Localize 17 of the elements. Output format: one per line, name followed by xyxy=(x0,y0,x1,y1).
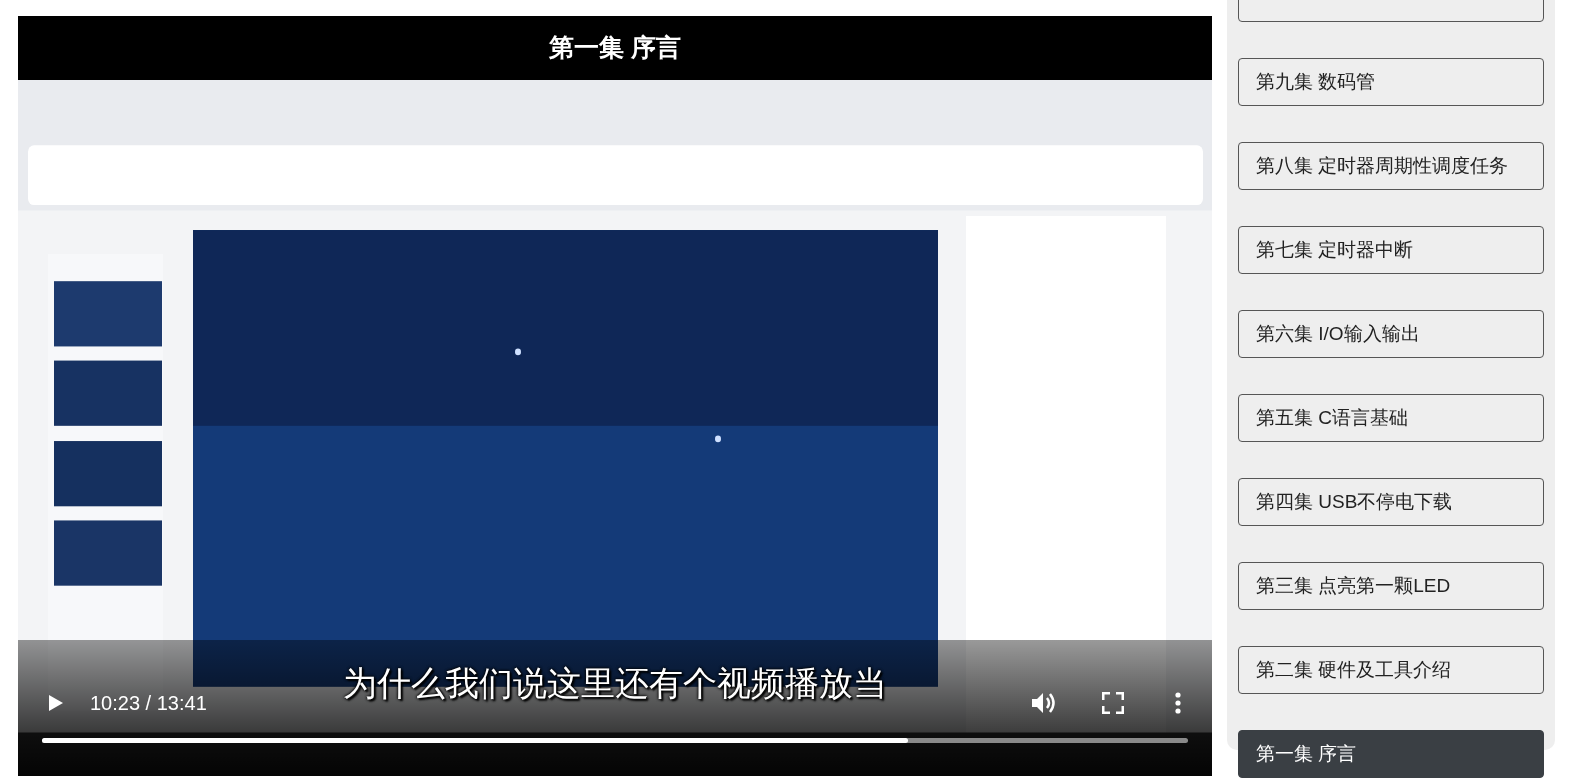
episode-item[interactable]: 第五集 C语言基础 xyxy=(1238,394,1544,442)
episode-item[interactable]: 第二集 硬件及工具介绍 xyxy=(1238,646,1544,694)
episode-item[interactable]: 第六集 I/O输入输出 xyxy=(1238,310,1544,358)
play-icon xyxy=(48,694,64,712)
progress-track[interactable] xyxy=(42,738,1188,743)
episode-item[interactable]: 第一集 序言 xyxy=(1238,730,1544,778)
episode-item[interactable]: 第八集 定时器周期性调度任务 xyxy=(1238,142,1544,190)
playback-time: 10:23 / 13:41 xyxy=(90,691,207,716)
subtitle: 为什么我们说这里还有个视频播放当 xyxy=(343,663,887,704)
episode-item[interactable]: 第七集 定时器中断 xyxy=(1238,226,1544,274)
fullscreen-icon xyxy=(1102,692,1124,714)
episode-item[interactable]: 第三集 点亮第一颗LED xyxy=(1238,562,1544,610)
episode-item[interactable]: 第九集 数码管 xyxy=(1238,58,1544,106)
video-title: 第一集 序言 xyxy=(549,32,681,64)
volume-icon xyxy=(1030,691,1056,715)
episode-item[interactable]: 第四集 USB不停电下载 xyxy=(1238,478,1544,526)
more-icon xyxy=(1175,692,1181,714)
